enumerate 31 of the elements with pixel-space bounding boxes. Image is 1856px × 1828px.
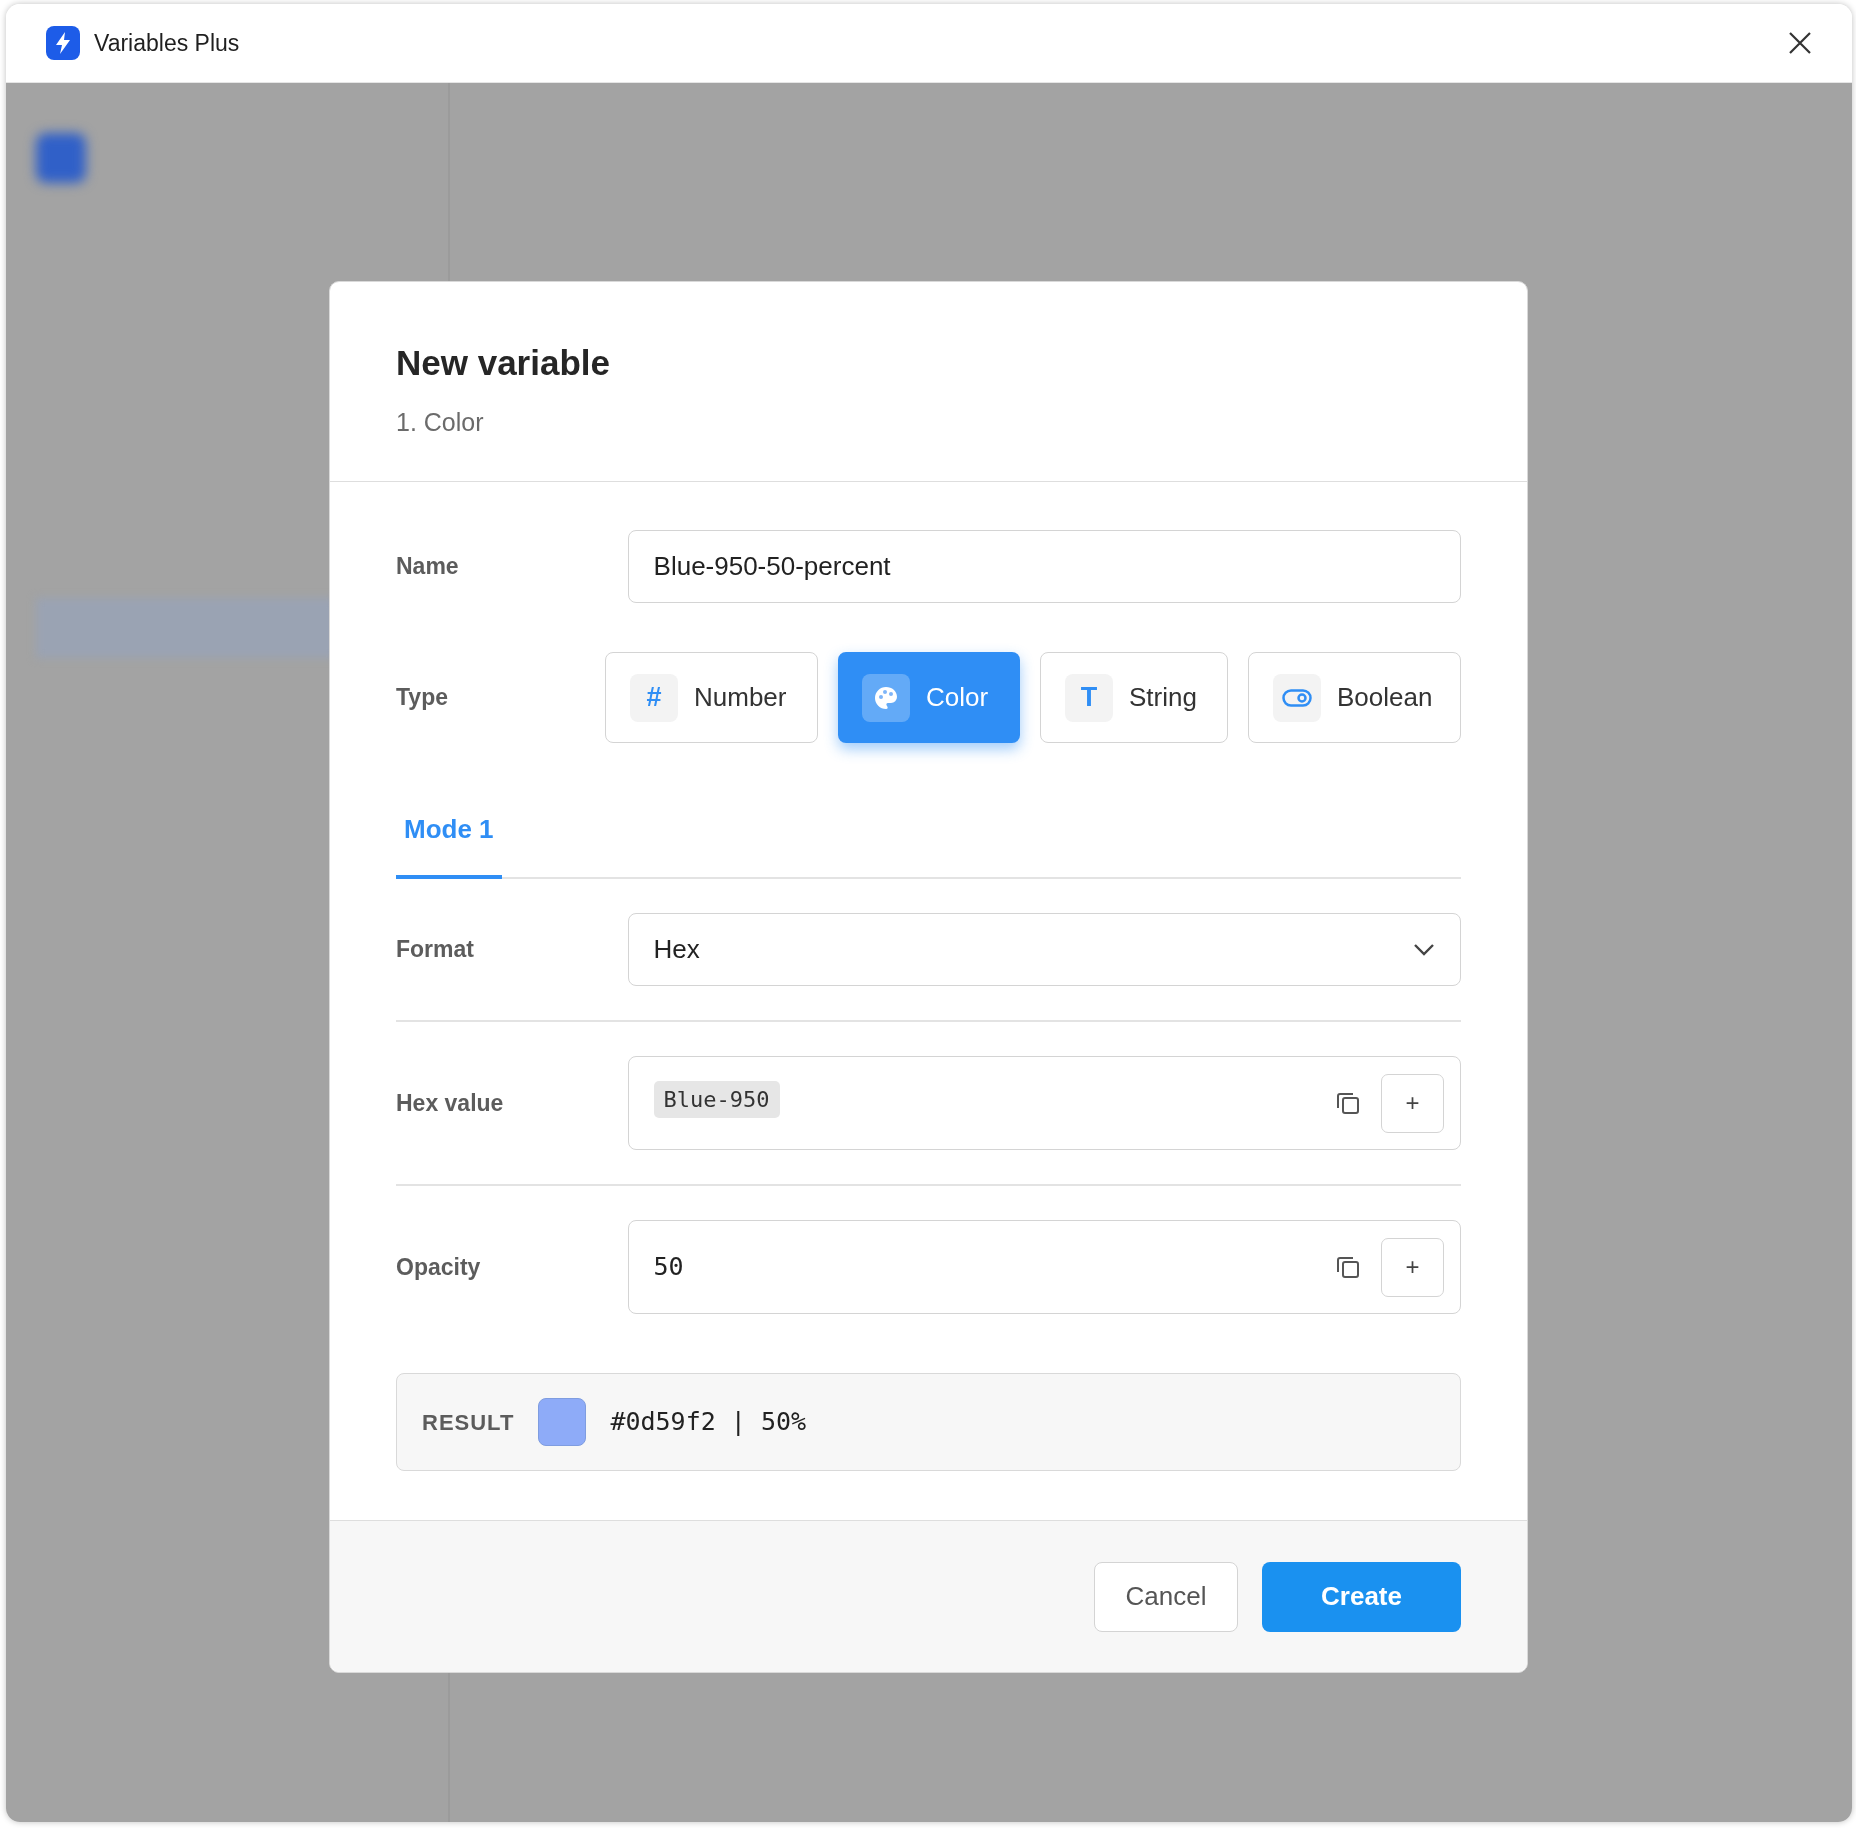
type-glyph: T <box>1065 673 1113 722</box>
copy-icon[interactable] <box>1335 1090 1361 1116</box>
type-option[interactable]: Boolean <box>1248 652 1461 743</box>
window-title: Variables Plus <box>94 28 240 58</box>
dialog-subtitle: 1. Color <box>396 406 485 438</box>
type-glyph: # <box>630 673 678 722</box>
field-label: Hex value <box>396 1088 505 1118</box>
result-label: RESULT <box>422 1408 515 1437</box>
palette-icon <box>873 684 899 711</box>
name-input[interactable]: Blue-950-50-percent <box>627 530 1461 603</box>
add-button[interactable]: + <box>1381 1073 1444 1133</box>
type-option[interactable]: T String <box>1040 652 1228 743</box>
copy-icon[interactable] <box>1335 1254 1361 1280</box>
variable-token[interactable]: Blue-950 <box>653 1081 780 1118</box>
opacity-value: 50 <box>653 1251 685 1284</box>
field-label: Format <box>396 935 475 965</box>
dialog-title: New variable <box>396 342 611 384</box>
opacity-field[interactable]: 50 + <box>627 1220 1461 1314</box>
format-dropdown[interactable]: Hex <box>627 913 1461 986</box>
result-value: #0d59f2 | 50% <box>610 1406 807 1439</box>
bolt-icon <box>46 26 80 60</box>
chevron-down-icon <box>1413 942 1435 957</box>
add-button[interactable]: + <box>1381 1237 1444 1297</box>
type-option[interactable]: # Number <box>605 652 818 743</box>
hex-value-field[interactable]: Blue-950 + <box>627 1056 1461 1150</box>
close-icon[interactable] <box>1788 31 1812 55</box>
field-label: Type <box>396 683 449 713</box>
field-label: Name <box>396 552 460 582</box>
field-label: Opacity <box>396 1252 482 1282</box>
cancel-button[interactable]: Cancel <box>1094 1561 1238 1632</box>
toggle-icon <box>1282 687 1312 708</box>
